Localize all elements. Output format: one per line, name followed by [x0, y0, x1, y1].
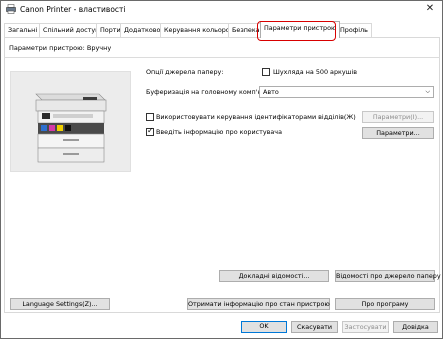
window-title: Canon Printer - властивості — [20, 5, 126, 14]
drawer-500-label: Шухляда на 500 аркушів — [273, 68, 358, 76]
dept-id-label: Використовувати керування ідентифікатора… — [156, 113, 356, 121]
help-button[interactable]: Довідка — [393, 321, 438, 333]
about-button[interactable]: Про програму — [335, 298, 435, 310]
details-button[interactable]: Докладні відомості... — [219, 270, 329, 282]
dept-id-settings-button[interactable]: Параметри(І)... — [362, 111, 434, 123]
close-icon[interactable]: ✕ — [424, 3, 436, 15]
tab-device-settings[interactable]: Параметри пристрою — [260, 21, 341, 38]
spooling-select-value: Авто — [263, 88, 279, 96]
apply-button[interactable]: Застосувати — [342, 321, 389, 333]
language-settings-button[interactable]: Language Settings(Z)... — [10, 298, 110, 310]
tab-strip: Загальні Спільний доступ Порти Додатково… — [3, 21, 440, 41]
tab-color-management[interactable]: Керування кольором — [160, 23, 239, 37]
ok-button[interactable]: OK — [241, 321, 287, 333]
get-device-status-button[interactable]: Отримати інформацію про стан пристрою — [187, 298, 330, 310]
paper-source-options-label: Опції джерела паперу: — [146, 68, 224, 76]
chevron-down-icon: ⌵ — [425, 88, 430, 95]
device-settings-hint: Параметри пристрою: Вручну — [9, 44, 112, 52]
tab-sharing[interactable]: Спільний доступ — [39, 23, 104, 37]
dept-id-checkbox[interactable] — [146, 113, 154, 121]
tab-advanced[interactable]: Додатково — [120, 23, 165, 37]
drawer-500-checkbox[interactable] — [262, 68, 270, 76]
user-info-label: Введіть інформацію про користувача — [156, 128, 283, 136]
tab-general[interactable]: Загальні — [4, 23, 42, 37]
tab-security[interactable]: Безпека — [228, 23, 264, 37]
printer-image — [11, 72, 130, 171]
user-info-settings-button[interactable]: Параметри... — [362, 127, 434, 139]
tab-profile[interactable]: Профіль — [336, 23, 372, 37]
user-info-checkbox[interactable] — [146, 126, 154, 136]
separator-line — [4, 57, 440, 58]
title-bar: Canon Printer - властивості ✕ — [1, 1, 442, 18]
properties-window: Canon Printer - властивості ✕ Загальні С… — [0, 0, 443, 339]
printer-preview — [10, 71, 131, 172]
cancel-button[interactable]: Скасувати — [291, 321, 338, 333]
printer-app-icon — [6, 4, 16, 14]
paper-source-info-button[interactable]: Відомості про джерело паперу — [335, 270, 441, 282]
spooling-select[interactable]: Авто ⌵ — [259, 86, 434, 98]
